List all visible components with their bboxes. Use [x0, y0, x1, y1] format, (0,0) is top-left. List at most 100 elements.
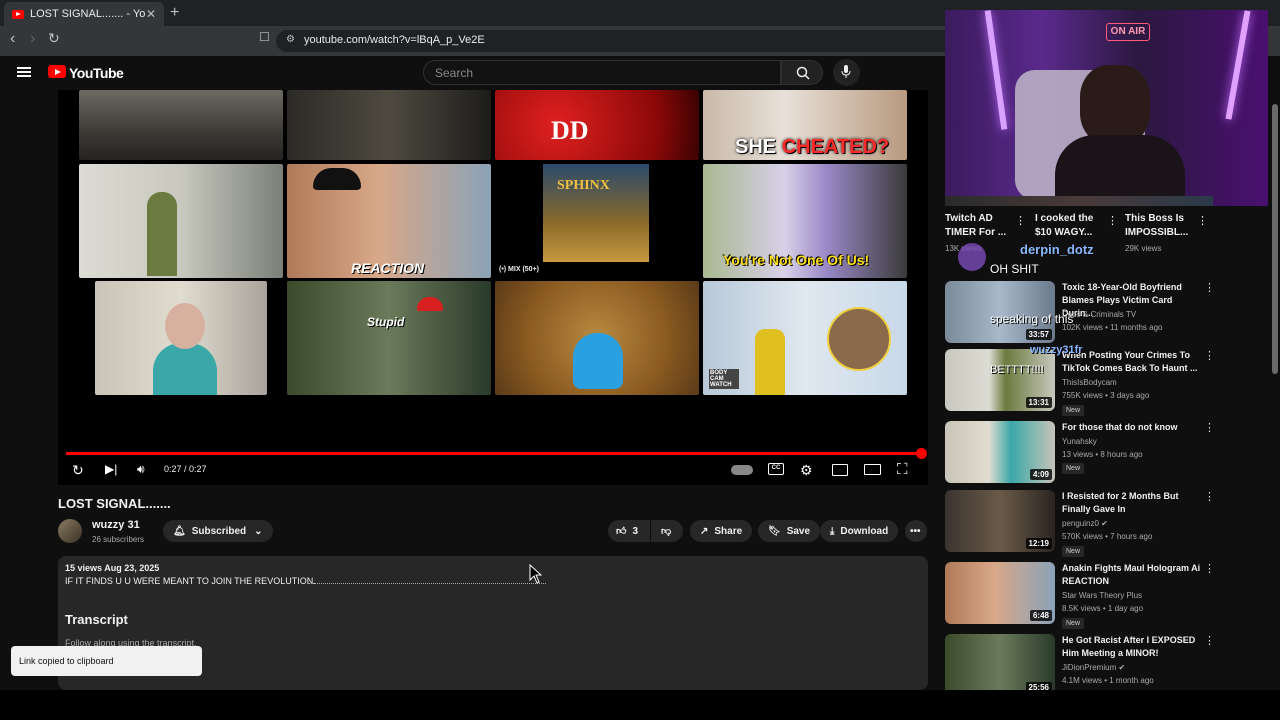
more-vert-icon[interactable]: ⋮	[1204, 634, 1213, 647]
streamer-figure	[1080, 65, 1150, 145]
captions-icon[interactable]: CC	[768, 463, 784, 475]
sidebar-top-item-2[interactable]: I cooked the $10 WAGY... ⋮	[1035, 212, 1118, 240]
volume-icon[interactable]: 🔊︎	[137, 462, 145, 477]
url-input[interactable]: ⚙ youtube.com/watch?v=lBqA_p_Ve2E	[276, 30, 956, 52]
search-icon	[796, 66, 810, 80]
theater-icon[interactable]	[864, 464, 881, 475]
search-button[interactable]	[781, 60, 823, 85]
new-badge: New	[1062, 405, 1085, 416]
download-label: Download	[840, 525, 889, 537]
more-vert-icon[interactable]: ⋮	[1107, 214, 1118, 227]
end-screen-video-4[interactable]: SHE CHEATED?	[703, 90, 907, 160]
sidebar-video-item[interactable]: 12:19 I Resisted for 2 Months But Finall…	[945, 490, 1215, 557]
autoplay-toggle[interactable]	[731, 465, 753, 475]
more-vert-icon[interactable]: ⋮	[1204, 421, 1215, 434]
back-icon[interactable]: ‹	[10, 30, 15, 48]
miniplayer-icon[interactable]	[832, 464, 848, 476]
browser-tab[interactable]: LOST SIGNAL....... - YouTube ✕	[4, 2, 164, 26]
more-actions-button[interactable]: •••	[905, 520, 927, 542]
person-figure	[755, 329, 785, 395]
end-screen-video-10[interactable]	[495, 281, 699, 395]
share-icon: ↗	[700, 525, 709, 537]
youtube-logo-icon[interactable]	[48, 65, 66, 78]
chat-message-1: OH SHIT	[990, 262, 1039, 276]
save-label: Save	[786, 525, 811, 537]
new-tab-icon[interactable]: +	[170, 4, 179, 22]
views-date: 15 views Aug 23, 2025	[65, 563, 160, 573]
end-screen-video-3[interactable]: DD	[495, 90, 699, 160]
youtube-favicon-icon	[12, 9, 24, 19]
mix-artwork: SPHINX	[543, 164, 649, 262]
bell-icon: 🔔︎	[173, 525, 186, 537]
sidebar-channel: Star Wars Theory Plus	[1062, 591, 1143, 600]
channel-name[interactable]: wuzzy 31	[92, 519, 140, 531]
sidebar-video-title: When Posting Your Crimes To TikTok Comes…	[1062, 350, 1198, 373]
sidebar-top-item-3[interactable]: This Boss Is IMPOSSIBL... 29K views ⋮	[1125, 212, 1208, 253]
description-dots	[308, 583, 546, 584]
sidebar-thumbnail: 4:09	[945, 421, 1055, 483]
dislike-button[interactable]: 👎︎	[651, 520, 683, 542]
youtube-logo-text[interactable]: YouTube	[69, 65, 124, 81]
subscribed-button[interactable]: 🔔︎ Subscribed ⌄	[163, 520, 273, 542]
fullscreen-icon[interactable]: ⛶	[897, 461, 908, 478]
sidebar-video-item[interactable]: 13:31 When Posting Your Crimes To TikTok…	[945, 349, 1215, 416]
end-screen-video-1[interactable]	[79, 90, 283, 160]
sidebar-meta: 755K views • 3 days ago	[1062, 391, 1150, 400]
more-horiz-icon: •••	[910, 525, 921, 537]
red-cap	[417, 297, 443, 311]
next-icon[interactable]: ▶|	[105, 462, 117, 476]
more-vert-icon[interactable]: ⋮	[1204, 349, 1215, 362]
forward-icon[interactable]: ›	[30, 30, 35, 48]
tab-close-icon[interactable]: ✕	[146, 7, 156, 21]
end-screen-mix[interactable]: SPHINX (•) MIX (50+)	[495, 164, 699, 278]
sidebar-video-item[interactable]: 6:48 Anakin Fights Maul Hologram Ai REAC…	[945, 562, 1215, 629]
end-screen-video-8[interactable]	[95, 281, 267, 395]
replay-icon[interactable]: ↻	[72, 462, 84, 479]
end-screen-video-7[interactable]: You're Not One Of Us!	[703, 164, 907, 278]
new-badge: New	[1062, 546, 1085, 557]
more-vert-icon[interactable]: ⋮	[1204, 562, 1215, 575]
video-player[interactable]: DD SHE CHEATED? REACTION SPHINX (•) MIX …	[58, 90, 928, 485]
sidebar-thumbnail: 25:56	[945, 634, 1055, 690]
bookmark-icon: 🔖︎	[768, 525, 781, 537]
reload-icon[interactable]: ↻	[48, 30, 60, 47]
sidebar-channel: Yunahsky	[1062, 437, 1097, 446]
settings-icon[interactable]: ⚙	[800, 462, 813, 479]
page-scrollbar[interactable]	[1270, 56, 1280, 690]
description-text: IF IT FINDS U U WERE MEANT TO JOIN THE R…	[65, 576, 316, 586]
dd-logo: DD	[551, 116, 589, 145]
duration-badge: 6:48	[1029, 610, 1052, 621]
sidebar-video-item[interactable]: 25:56 He Got Racist After I EXPOSED Him …	[945, 634, 1213, 690]
chat-name-3: wuzzy31fr	[1030, 344, 1083, 356]
end-screen-video-6[interactable]: REACTION	[287, 164, 491, 278]
body-cam-label: BODY CAM WATCH	[709, 369, 739, 389]
more-vert-icon[interactable]: ⋮	[1204, 490, 1215, 503]
reaction-label: REACTION	[351, 260, 425, 276]
sidebar-video-item[interactable]: 33:57 Toxic 18-Year-Old Boyfriend Blames…	[945, 281, 1215, 347]
taskbar-area	[0, 690, 1280, 720]
menu-icon[interactable]	[17, 67, 31, 77]
more-vert-icon[interactable]: ⋮	[1204, 281, 1215, 294]
like-count: 3	[632, 525, 639, 537]
like-button[interactable]: 👍︎ 3	[608, 520, 650, 542]
site-info-icon[interactable]: ⚙	[286, 34, 295, 45]
progress-bar[interactable]	[66, 448, 927, 459]
end-screen-video-9[interactable]: Stupid	[287, 281, 491, 395]
more-vert-icon[interactable]: ⋮	[1197, 214, 1208, 227]
progress-scrubber[interactable]	[916, 448, 927, 459]
end-screen-video-5[interactable]	[79, 164, 283, 278]
search-input[interactable]: Search	[423, 60, 781, 85]
download-button[interactable]: ⤓ Download	[820, 520, 899, 542]
save-button[interactable]: 🔖︎ Save	[758, 520, 821, 542]
end-screen-video-11[interactable]: BODY CAM WATCH	[703, 281, 907, 395]
voice-search-button[interactable]	[833, 59, 860, 86]
more-vert-icon[interactable]: ⋮	[1015, 214, 1026, 227]
scrollbar-thumb[interactable]	[1272, 104, 1278, 374]
share-button[interactable]: ↗ Share	[690, 520, 753, 542]
bookmark-icon[interactable]: ☐	[259, 30, 270, 44]
sidebar-video-item[interactable]: 4:09 For those that do not know Yunahsky…	[945, 421, 1215, 487]
channel-avatar[interactable]	[58, 519, 82, 543]
end-screen-video-2[interactable]	[287, 90, 491, 160]
sidebar-top-item-1[interactable]: Twitch AD TIMER For ... 13K views ⋮	[945, 212, 1026, 253]
sidebar-top-meta: 29K views	[1125, 244, 1162, 253]
